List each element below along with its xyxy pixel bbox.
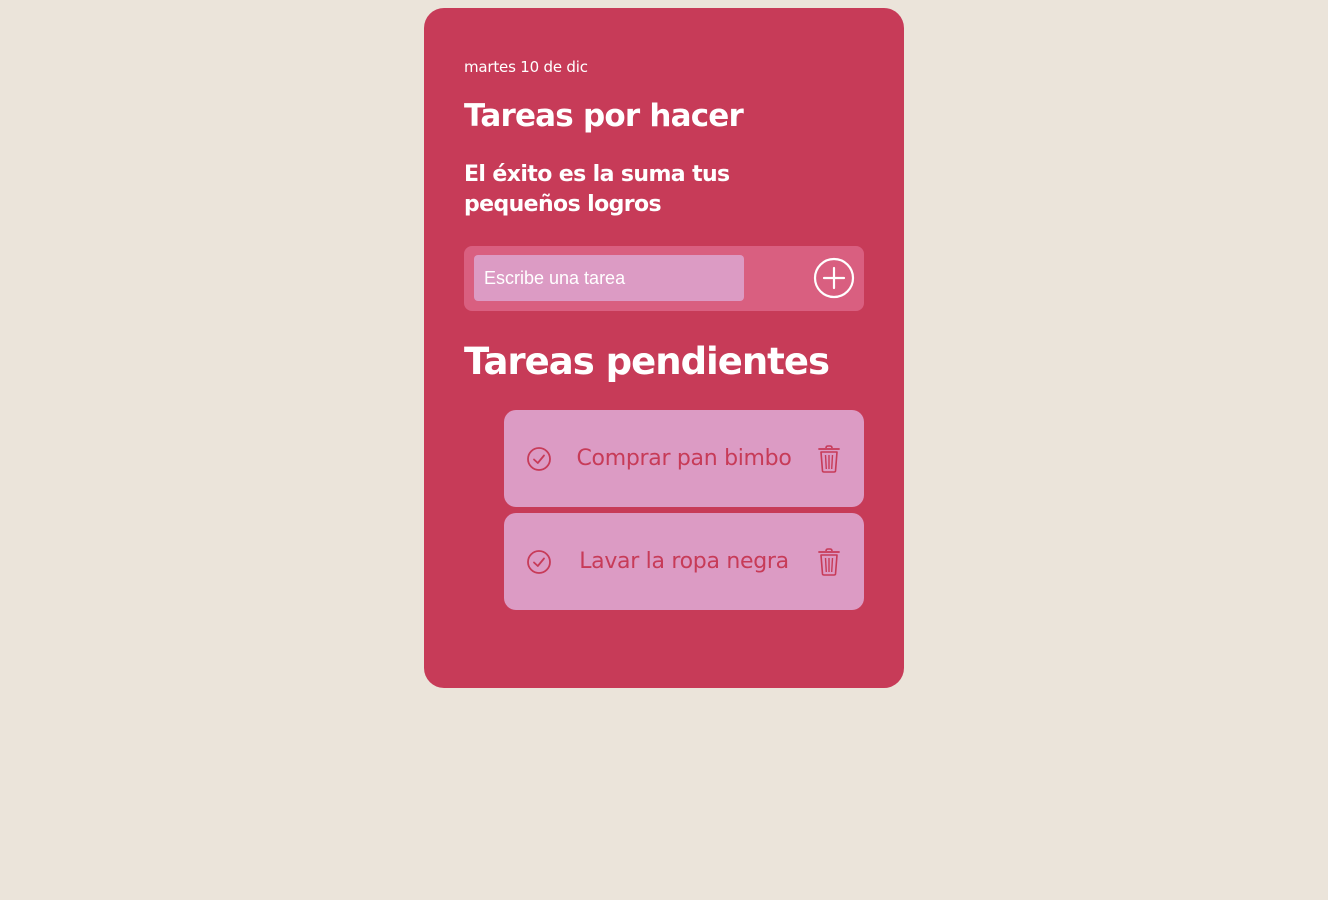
task-input[interactable] xyxy=(474,255,744,301)
motivational-subtitle: El éxito es la suma tus pequeños logros xyxy=(464,162,730,217)
trash-icon[interactable] xyxy=(817,445,841,473)
add-task-button[interactable] xyxy=(813,257,855,299)
task-text: Lavar la ropa negra xyxy=(579,549,789,574)
pending-tasks-heading: Tareas pendientes xyxy=(464,340,830,383)
page-title: Tareas por hacer xyxy=(464,98,744,134)
task-item: Comprar pan bimbo xyxy=(504,410,864,507)
task-text: Comprar pan bimbo xyxy=(576,446,792,471)
task-item: Lavar la ropa negra xyxy=(504,513,864,610)
check-circle-icon[interactable] xyxy=(526,549,552,575)
task-list: Comprar pan bimbo Lavar la ropa negra xyxy=(504,410,864,616)
add-task-form xyxy=(464,246,864,311)
plus-circle-icon xyxy=(813,257,855,299)
trash-icon[interactable] xyxy=(817,548,841,576)
todo-card: martes 10 de dic Tareas por hacer El éxi… xyxy=(424,8,904,688)
current-date: martes 10 de dic xyxy=(464,58,588,76)
check-circle-icon[interactable] xyxy=(526,446,552,472)
